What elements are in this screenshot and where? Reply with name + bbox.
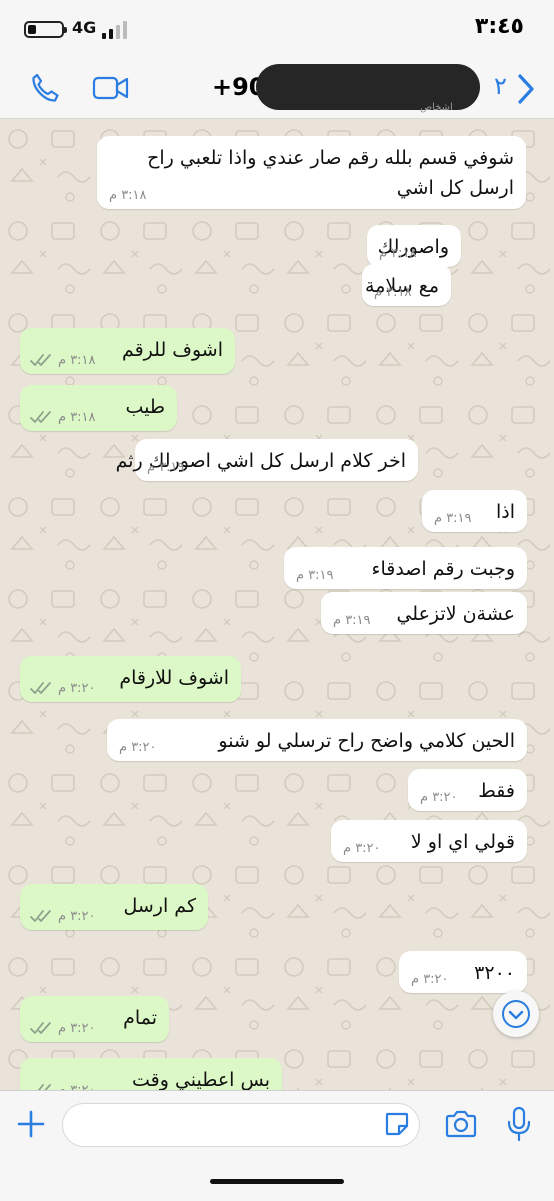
read-ticks-icon — [30, 682, 51, 694]
incoming-message[interactable]: واصورلك ٣:١٨ م — [367, 225, 461, 267]
message-time: ٣:١٨ م — [379, 246, 417, 261]
message-time: ٣:٢٠ م — [420, 790, 458, 805]
message-line: كم ارسل — [123, 895, 197, 917]
message-line: ٣٢٠٠ — [474, 962, 515, 984]
incoming-message[interactable]: ٣٢٠٠ ٣:٢٠ م — [399, 951, 527, 993]
incoming-message[interactable]: اذا ٣:١٩ م — [422, 490, 527, 532]
sticker-icon[interactable] — [384, 1111, 410, 1137]
outgoing-message[interactable]: طيب ٣:١٨ م — [20, 385, 177, 431]
outgoing-message[interactable]: تمام ٣:٢٠ م — [20, 996, 169, 1042]
message-list[interactable]: شوفي قسم بلله رقم صار عندي واذا تلعبي را… — [0, 119, 554, 1090]
message-time: ٣:١٩ م — [434, 511, 472, 526]
battery-icon — [24, 21, 67, 38]
message-line: اشوف للرقم — [121, 339, 223, 361]
unread-count[interactable]: ٢ — [494, 72, 507, 100]
read-ticks-icon — [30, 1022, 51, 1034]
message-text: وجبت رقم اصدقاء — [372, 554, 515, 584]
message-input[interactable] — [62, 1103, 420, 1147]
message-line: بس اعطيني وقت — [131, 1069, 270, 1090]
contact-subtitle: اشخاص — [420, 102, 453, 113]
message-time: ٣:١٨ م — [109, 188, 147, 203]
message-line: وجبت رقم اصدقاء — [371, 558, 515, 580]
message-text: كم ارسل — [124, 891, 197, 921]
message-line: شوفي قسم بلله رقم صار عندي واذا تلعبي را… — [147, 147, 514, 169]
scroll-down-icon — [502, 1000, 530, 1028]
message-time: ٣:١٨ م — [374, 285, 412, 300]
mic-icon[interactable] — [506, 1106, 532, 1142]
incoming-message[interactable]: شوفي قسم بلله رقم صار عندي واذا تلعبي را… — [97, 136, 526, 209]
message-line: اشوف للارقام — [119, 667, 229, 689]
message-text: اشوف للارقام — [119, 663, 229, 693]
back-chevron-icon[interactable] — [514, 72, 538, 106]
message-time: ٣:١٨ م — [58, 410, 96, 425]
message-text: طيب — [125, 392, 165, 422]
read-ticks-icon — [30, 910, 51, 922]
incoming-message[interactable]: وجبت رقم اصدقاء ٣:١٩ م — [284, 547, 527, 589]
message-time: ٣:٢٠ م — [343, 841, 381, 856]
read-ticks-icon — [30, 354, 51, 366]
signal-icon — [102, 19, 130, 39]
outgoing-message[interactable]: اشوف للرقم ٣:١٨ م — [20, 328, 235, 374]
message-text: قولي اي او لا — [411, 827, 515, 857]
message-line: طيب — [125, 396, 165, 418]
message-line: فقط — [478, 780, 515, 802]
message-text: تمام — [123, 1003, 157, 1033]
incoming-message[interactable]: اخر كلام ارسل كل اشي اصورلك رثم ٣:١٩ م — [116, 439, 418, 481]
home-indicator — [210, 1179, 344, 1184]
message-time: ٣:٢٠ م — [58, 681, 96, 696]
message-line: ارسل كل اشي — [396, 177, 514, 199]
outgoing-message[interactable]: اشوف للارقام ٣:٢٠ م — [20, 656, 241, 702]
incoming-message[interactable]: فقط ٣:٢٠ م — [408, 769, 527, 811]
composer-bar — [0, 1090, 554, 1201]
message-time: ٣:١٩ م — [333, 613, 371, 628]
message-time: ٣:٢٠ م — [58, 1021, 96, 1036]
clock: ٣:٤٥ — [474, 14, 524, 39]
message-time: ٣:٢٠ م — [58, 909, 96, 924]
camera-icon[interactable] — [444, 1108, 478, 1140]
message-time: ٣:٢٠ م — [58, 1083, 96, 1090]
message-line: قولي اي او لا — [410, 831, 515, 853]
message-time: ٣:١٩ م — [147, 460, 185, 475]
incoming-message[interactable]: عشةن لاتزعلي ٣:١٩ م — [321, 592, 527, 634]
network-type: 4G — [72, 18, 97, 37]
plus-icon[interactable] — [14, 1107, 48, 1141]
message-line: تمام — [123, 1007, 157, 1029]
outgoing-message[interactable]: بس اعطيني وقت ٣:٢٠ م — [20, 1058, 282, 1090]
incoming-message[interactable]: قولي اي او لا ٣:٢٠ م — [331, 820, 527, 862]
read-ticks-icon — [30, 411, 51, 423]
call-icon[interactable] — [28, 72, 62, 104]
message-time: ٣:١٩ م — [296, 568, 334, 583]
message-line: الحين كلامي واضح راح ترسلي لو شنو — [218, 730, 515, 752]
chat-header: +90 اشخاص ٢ — [0, 58, 554, 119]
message-text: بس اعطيني وقت — [132, 1065, 270, 1090]
scroll-down-button[interactable] — [493, 991, 539, 1037]
message-text: ٣٢٠٠ — [474, 958, 515, 988]
message-text: الحين كلامي واضح راح ترسلي لو شنو — [218, 726, 515, 756]
status-bar: 4G ٣:٤٥ — [0, 0, 554, 58]
message-text: اذا — [496, 497, 515, 527]
incoming-message[interactable]: مع سلامة ٣:١٨ م — [362, 264, 451, 306]
message-text: فقط — [478, 776, 515, 806]
message-time: ٣:١٨ م — [58, 353, 96, 368]
message-text: عشةن لاتزعلي — [396, 599, 515, 629]
incoming-message[interactable]: الحين كلامي واضح راح ترسلي لو شنو ٣:٢٠ م — [107, 719, 527, 761]
message-line: اذا — [495, 501, 515, 523]
message-time: ٣:٢٠ م — [119, 740, 157, 755]
message-time: ٣:٢٠ م — [411, 972, 449, 987]
message-text: اشوف للرقم — [122, 335, 223, 365]
outgoing-message[interactable]: كم ارسل ٣:٢٠ م — [20, 884, 208, 930]
message-text: شوفي قسم بلله رقم صار عندي واذا تلعبي را… — [147, 143, 514, 203]
video-icon[interactable] — [92, 73, 130, 103]
message-line: عشةن لاتزعلي — [396, 603, 515, 625]
